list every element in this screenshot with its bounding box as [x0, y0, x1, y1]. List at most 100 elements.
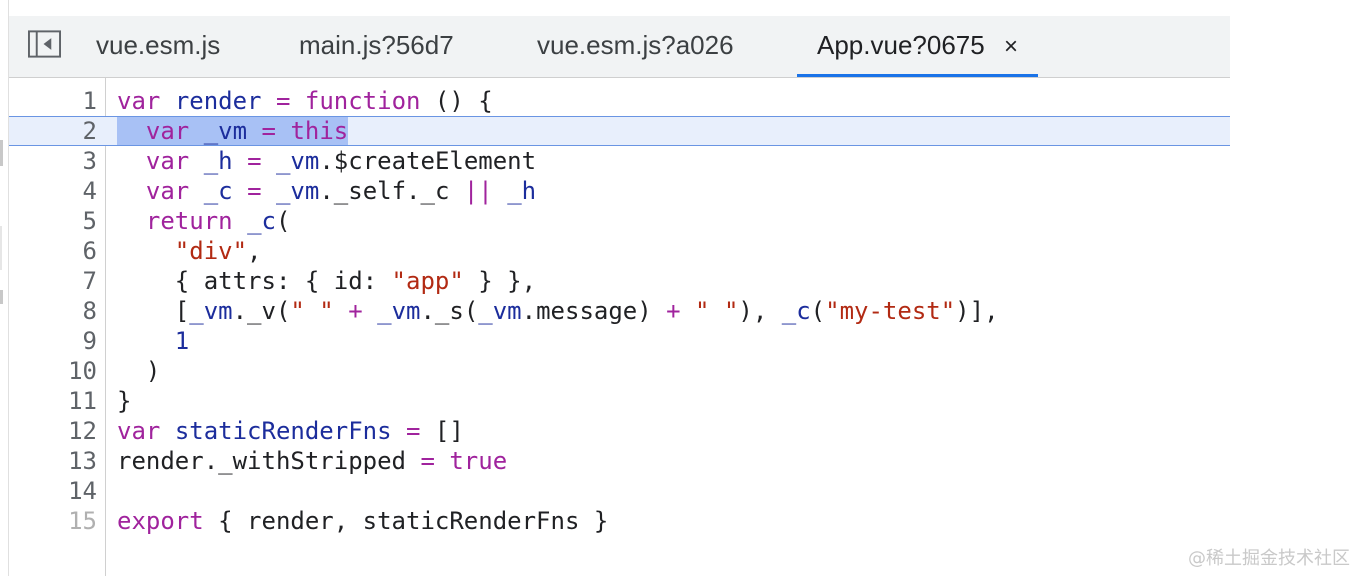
line-number[interactable]: 12 — [9, 416, 97, 446]
token: var — [117, 87, 161, 115]
line-number[interactable]: 10 — [9, 356, 97, 386]
line-number[interactable]: 13 — [9, 446, 97, 476]
code-text: var _c = _vm._self._c || _h — [117, 176, 536, 206]
code-line[interactable]: 3 var _h = _vm.$createElement — [9, 146, 1230, 176]
line-number[interactable]: 14 — [9, 476, 97, 506]
code-text: var staticRenderFns = [] — [117, 416, 464, 446]
token: _c — [781, 297, 811, 325]
token: + — [666, 297, 681, 325]
code-line[interactable]: 4 var _c = _vm._self._c || _h — [9, 176, 1230, 206]
token: .$createElement — [319, 147, 537, 175]
token: } }, — [463, 267, 537, 295]
token: ._self. — [319, 177, 421, 205]
tab-app-vue[interactable]: App.vue?0675 × — [797, 16, 1038, 77]
token: _c — [247, 207, 276, 235]
token: _vm — [478, 297, 522, 325]
code-line[interactable]: 12 var staticRenderFns = [] — [9, 416, 1230, 446]
token: = — [420, 447, 435, 475]
code-line[interactable]: 13 render._withStripped = true — [9, 446, 1230, 476]
selection: var _vm = this — [117, 117, 349, 145]
line-number[interactable]: 8 — [9, 296, 97, 326]
token: 1 — [174, 327, 190, 355]
tab-main-js[interactable]: main.js?56d7 — [299, 16, 454, 77]
token: export — [117, 507, 204, 535]
token: this — [290, 117, 349, 145]
token: [] — [434, 417, 464, 445]
code-line-current[interactable]: 2 var _vm = this — [9, 116, 1230, 146]
token: ._v( — [232, 297, 291, 325]
token: { attrs: { id: — [174, 267, 392, 295]
code-line[interactable]: 1 var render = function () { — [9, 86, 1230, 116]
token: render — [174, 87, 262, 115]
close-icon[interactable]: × — [1004, 18, 1018, 76]
tab-vue-esm-a026[interactable]: vue.esm.js?a026 — [537, 16, 734, 77]
token: var — [145, 117, 190, 145]
token: ( — [810, 297, 826, 325]
code-text: { attrs: { id: "app" } }, — [117, 266, 536, 296]
code-line[interactable]: 11 } — [9, 386, 1230, 416]
code-line[interactable]: 8 [_vm._v(" " + _vm._s(_vm.message) + " … — [9, 296, 1230, 326]
token: = — [247, 147, 262, 175]
line-number[interactable]: 3 — [9, 146, 97, 176]
token: "app" — [391, 267, 464, 295]
token: var — [145, 147, 190, 175]
token: = — [247, 177, 262, 205]
token: ._s( — [420, 297, 479, 325]
token: "div" — [174, 237, 248, 265]
line-number[interactable]: 1 — [9, 86, 97, 116]
code-text: return _c( — [117, 206, 291, 236]
token: _vm — [189, 297, 233, 325]
token: ) — [145, 357, 161, 385]
token: true — [449, 447, 508, 475]
token: _vm — [275, 177, 320, 205]
watermark: @稀土掘金技术社区 — [1188, 548, 1350, 569]
code-text: export { render, staticRenderFns } — [117, 506, 608, 536]
token: = — [261, 117, 276, 145]
line-number[interactable]: 6 — [9, 236, 97, 266]
code-line[interactable]: 5 return _c( — [9, 206, 1230, 236]
code-lines: 1 var render = function () { 2 var _vm =… — [9, 86, 1230, 536]
token: ), — [738, 297, 782, 325]
token: ( — [275, 207, 291, 235]
token: = — [406, 417, 421, 445]
code-line[interactable]: 9 1 — [9, 326, 1230, 356]
sidebar-toggle-icon[interactable] — [28, 30, 61, 58]
line-number[interactable]: 15 — [9, 506, 97, 536]
token: { render, staticRenderFns } — [218, 507, 609, 535]
token: .message) — [521, 297, 652, 325]
tab-vue-esm[interactable]: vue.esm.js — [96, 16, 220, 77]
token: } — [117, 387, 132, 415]
token: staticRenderFns — [174, 417, 392, 445]
code-text: [_vm._v(" " + _vm._s(_vm.message) + " ")… — [117, 296, 999, 326]
token: " " — [290, 297, 334, 325]
code-line[interactable]: 7 { attrs: { id: "app" } }, — [9, 266, 1230, 296]
line-number[interactable]: 4 — [9, 176, 97, 206]
token: var — [145, 177, 190, 205]
editor-tab-bar: vue.esm.js main.js?56d7 vue.esm.js?a026 … — [9, 16, 1230, 78]
code-editor[interactable]: 1 var render = function () { 2 var _vm =… — [9, 78, 1230, 576]
code-line[interactable]: 6 "div", — [9, 236, 1230, 266]
token: = — [275, 87, 291, 115]
token: _c — [420, 177, 450, 205]
code-text: render._withStripped = true — [117, 446, 507, 476]
line-number[interactable]: 5 — [9, 206, 97, 236]
code-line[interactable]: 14 — [9, 476, 1230, 506]
code-line[interactable]: 10 ) — [9, 356, 1230, 386]
token: () { — [434, 87, 493, 115]
code-text: var _h = _vm.$createElement — [117, 146, 536, 176]
line-number[interactable]: 11 — [9, 386, 97, 416]
code-text: var render = function () { — [117, 86, 493, 116]
token: || — [463, 177, 493, 205]
token: )], — [955, 297, 999, 325]
line-number[interactable]: 7 — [9, 266, 97, 296]
code-text: var _vm = this — [117, 117, 349, 145]
line-number[interactable]: 9 — [9, 326, 97, 356]
token: _c — [203, 177, 233, 205]
line-number[interactable]: 2 — [9, 117, 97, 145]
token: [ — [174, 297, 190, 325]
token: _vm — [203, 117, 248, 145]
token: " " — [695, 297, 739, 325]
code-line[interactable]: 15 export { render, staticRenderFns } — [9, 506, 1230, 536]
token: _h — [203, 147, 233, 175]
code-text: ) — [117, 356, 160, 386]
